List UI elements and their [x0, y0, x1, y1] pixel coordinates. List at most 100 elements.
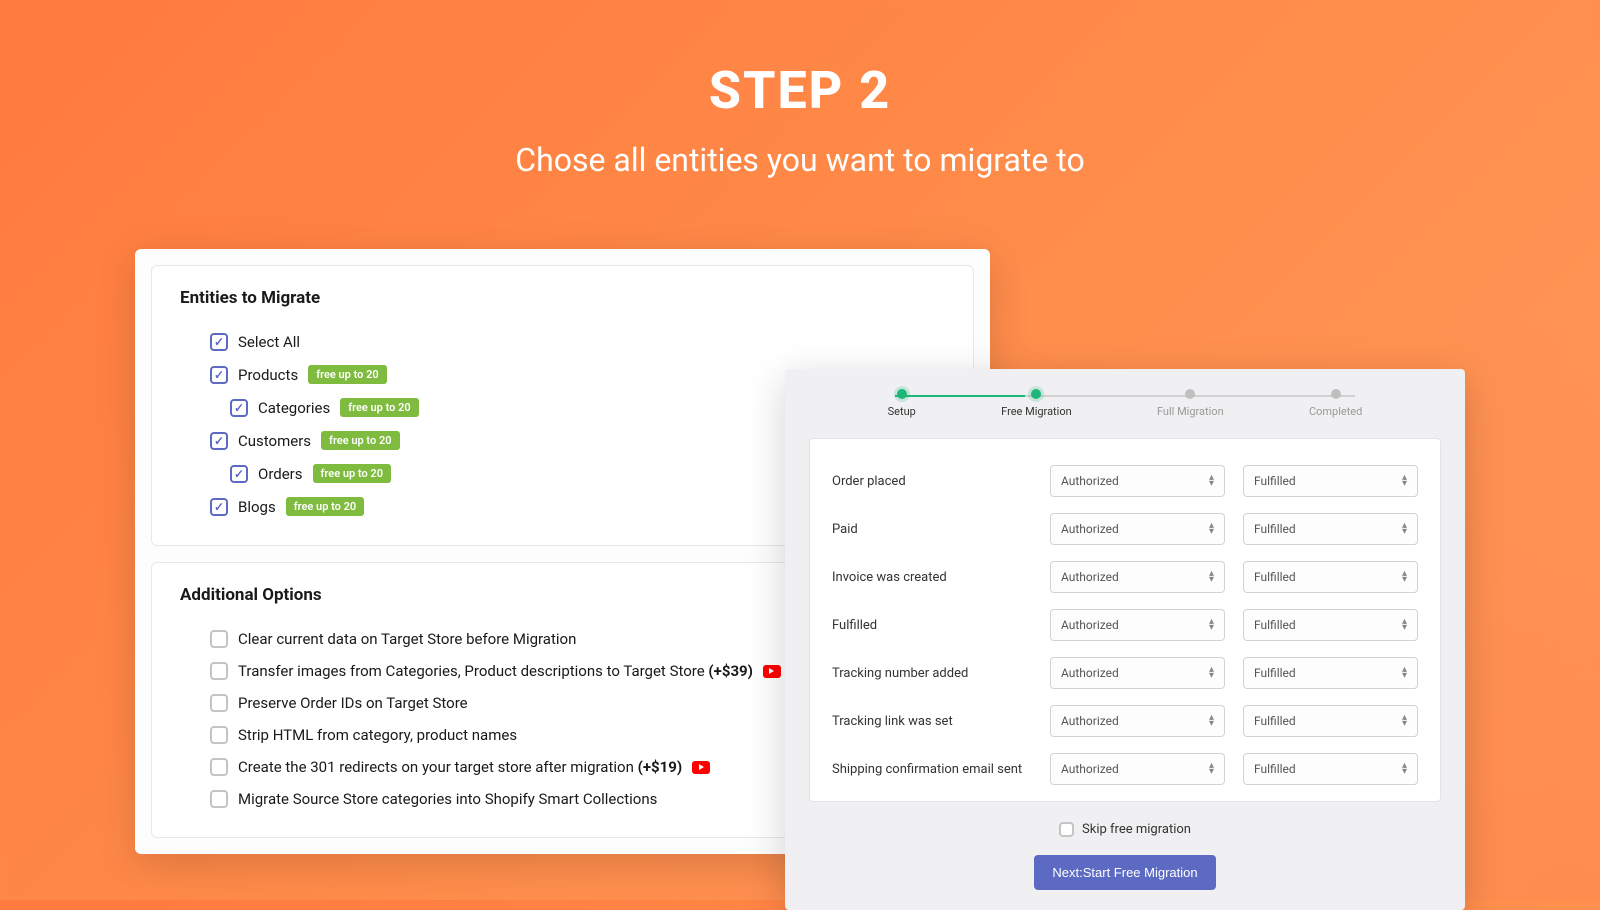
payment-status-select[interactable]: Authorized ▴▾ — [1050, 465, 1225, 497]
next-start-free-migration-button[interactable]: Next:Start Free Migration — [1034, 855, 1215, 890]
entity-label: Select All — [238, 333, 300, 351]
wizard-step: Setup — [888, 389, 916, 418]
select-caret-icon: ▴▾ — [1209, 763, 1214, 775]
status-mapping-row: Shipping confirmation email sent Authoriz… — [832, 745, 1418, 793]
fulfillment-status-select[interactable]: Fulfilled ▴▾ — [1243, 609, 1418, 641]
fulfillment-status-select[interactable]: Fulfilled ▴▾ — [1243, 705, 1418, 737]
entities-title: Entities to Migrate — [180, 288, 945, 308]
skip-free-migration-row: Skip free migration — [785, 822, 1465, 837]
entity-label: Products — [238, 366, 298, 384]
select-value: Fulfilled — [1254, 714, 1296, 728]
status-mapping-row: Tracking number addedAuthorized▴▾Fulfill… — [832, 649, 1418, 697]
status-row-label: Order placed — [832, 474, 1032, 489]
entity-label: Orders — [258, 465, 303, 483]
entity-checkbox[interactable] — [210, 366, 228, 384]
entity-label: Categories — [258, 399, 330, 417]
entity-checkbox[interactable] — [210, 498, 228, 516]
select-value: Fulfilled — [1254, 762, 1296, 776]
fulfillment-status-select[interactable]: Fulfilled ▴▾ — [1243, 561, 1418, 593]
payment-status-select[interactable]: Authorized ▴▾ — [1050, 705, 1225, 737]
select-caret-icon: ▴▾ — [1209, 475, 1214, 487]
option-label: Strip HTML from category, product names — [238, 726, 517, 744]
entity-checkbox[interactable] — [230, 399, 248, 417]
payment-status-select[interactable]: Authorized▴▾ — [1050, 513, 1225, 545]
option-checkbox[interactable] — [210, 726, 228, 744]
status-mapping-row: Fulfilled Authorized ▴▾ Fulfilled ▴▾ — [832, 601, 1418, 649]
step-dot-icon — [897, 389, 907, 399]
page-title: STEP 2 — [0, 60, 1600, 121]
entity-checkbox[interactable] — [210, 432, 228, 450]
option-price: (+$19) — [634, 758, 682, 776]
select-value: Fulfilled — [1254, 570, 1296, 584]
select-value: Authorized — [1061, 714, 1119, 728]
select-value: Authorized — [1061, 570, 1119, 584]
select-caret-icon: ▴▾ — [1402, 667, 1407, 679]
fulfillment-status-select[interactable]: Fulfilled ▴▾ — [1243, 465, 1418, 497]
status-mapping-panel: Order placedAuthorized▴▾Fulfilled▴▾PaidA… — [809, 438, 1441, 802]
fulfillment-status-select[interactable]: Fulfilled▴▾ — [1243, 753, 1418, 785]
entity-label: Customers — [238, 432, 311, 450]
wizard-step: Completed — [1309, 389, 1362, 418]
wizard-stepper: Setup Free Migration Full Migration Complet… — [785, 389, 1465, 438]
free-badge: free up to 20 — [308, 365, 387, 384]
wizard-step: Free Migration — [1001, 389, 1072, 418]
option-label: Preserve Order IDs on Target Store — [238, 694, 468, 712]
wizard-step: Full Migration — [1157, 389, 1224, 418]
select-caret-icon: ▴▾ — [1402, 619, 1407, 631]
select-caret-icon: ▴▾ — [1402, 715, 1407, 727]
payment-status-select[interactable]: Authorized ▴▾ — [1050, 657, 1225, 689]
select-value: Fulfilled — [1254, 618, 1296, 632]
youtube-icon[interactable] — [763, 665, 781, 678]
select-value: Authorized — [1061, 474, 1119, 488]
entity-label: Blogs — [238, 498, 276, 516]
option-label: Transfer images from Categories, Product… — [238, 662, 753, 680]
option-checkbox[interactable] — [210, 758, 228, 776]
status-row-label: Fulfilled — [832, 618, 1032, 633]
option-label: Migrate Source Store categories into Sho… — [238, 790, 657, 808]
free-badge: free up to 20 — [313, 464, 392, 483]
entity-checkbox[interactable] — [210, 333, 228, 351]
step-label: Setup — [888, 405, 916, 418]
select-caret-icon: ▴▾ — [1209, 619, 1214, 631]
payment-status-select[interactable]: Authorized ▴▾ — [1050, 753, 1225, 785]
option-checkbox[interactable] — [210, 662, 228, 680]
payment-status-select[interactable]: Authorized ▴▾ — [1050, 609, 1225, 641]
status-mapping-row: Tracking link was setAuthorized▴▾Fulfill… — [832, 697, 1418, 745]
select-caret-icon: ▴▾ — [1209, 715, 1214, 727]
entity-item: Select All — [210, 326, 945, 358]
status-row-label: Paid — [832, 522, 1032, 537]
status-row-label: Invoice was created — [832, 570, 1032, 585]
skip-free-migration-checkbox[interactable] — [1059, 822, 1074, 837]
entity-checkbox[interactable] — [230, 465, 248, 483]
select-value: Fulfilled — [1254, 474, 1296, 488]
option-checkbox[interactable] — [210, 790, 228, 808]
option-label: Clear current data on Target Store befor… — [238, 630, 576, 648]
option-label: Create the 301 redirects on your target … — [238, 758, 682, 776]
select-caret-icon: ▴▾ — [1402, 571, 1407, 583]
status-mapping-row: Order placed Authorized ▴▾ Fulfilled ▴▾ — [832, 457, 1418, 505]
select-caret-icon: ▴▾ — [1402, 475, 1407, 487]
select-caret-icon: ▴▾ — [1402, 523, 1407, 535]
option-checkbox[interactable] — [210, 630, 228, 648]
status-row-label: Shipping confirmation email sent — [832, 762, 1032, 777]
option-checkbox[interactable] — [210, 694, 228, 712]
fulfillment-status-select[interactable]: Fulfilled ▴▾ — [1243, 513, 1418, 545]
select-value: Fulfilled — [1254, 522, 1296, 536]
select-value: Authorized — [1061, 618, 1119, 632]
select-caret-icon: ▴▾ — [1209, 571, 1214, 583]
payment-status-select[interactable]: Authorized ▴▾ — [1050, 561, 1225, 593]
select-value: Authorized — [1061, 666, 1119, 680]
youtube-icon[interactable] — [692, 761, 710, 774]
page-header: STEP 2 Chose all entities you want to mi… — [0, 0, 1600, 179]
status-mapping-row: Paid Authorized▴▾ Fulfilled ▴▾ — [832, 505, 1418, 553]
free-badge: free up to 20 — [340, 398, 419, 417]
fulfillment-status-select[interactable]: Fulfilled ▴▾ — [1243, 657, 1418, 689]
step-dot-icon — [1185, 389, 1195, 399]
select-value: Fulfilled — [1254, 666, 1296, 680]
step-dot-icon — [1031, 389, 1041, 399]
select-caret-icon: ▴▾ — [1209, 667, 1214, 679]
select-value: Authorized — [1061, 762, 1119, 776]
status-mapping-row: Invoice was createdAuthorized▴▾Fulfilled… — [832, 553, 1418, 601]
free-badge: free up to 20 — [321, 431, 400, 450]
select-caret-icon: ▴▾ — [1209, 523, 1214, 535]
